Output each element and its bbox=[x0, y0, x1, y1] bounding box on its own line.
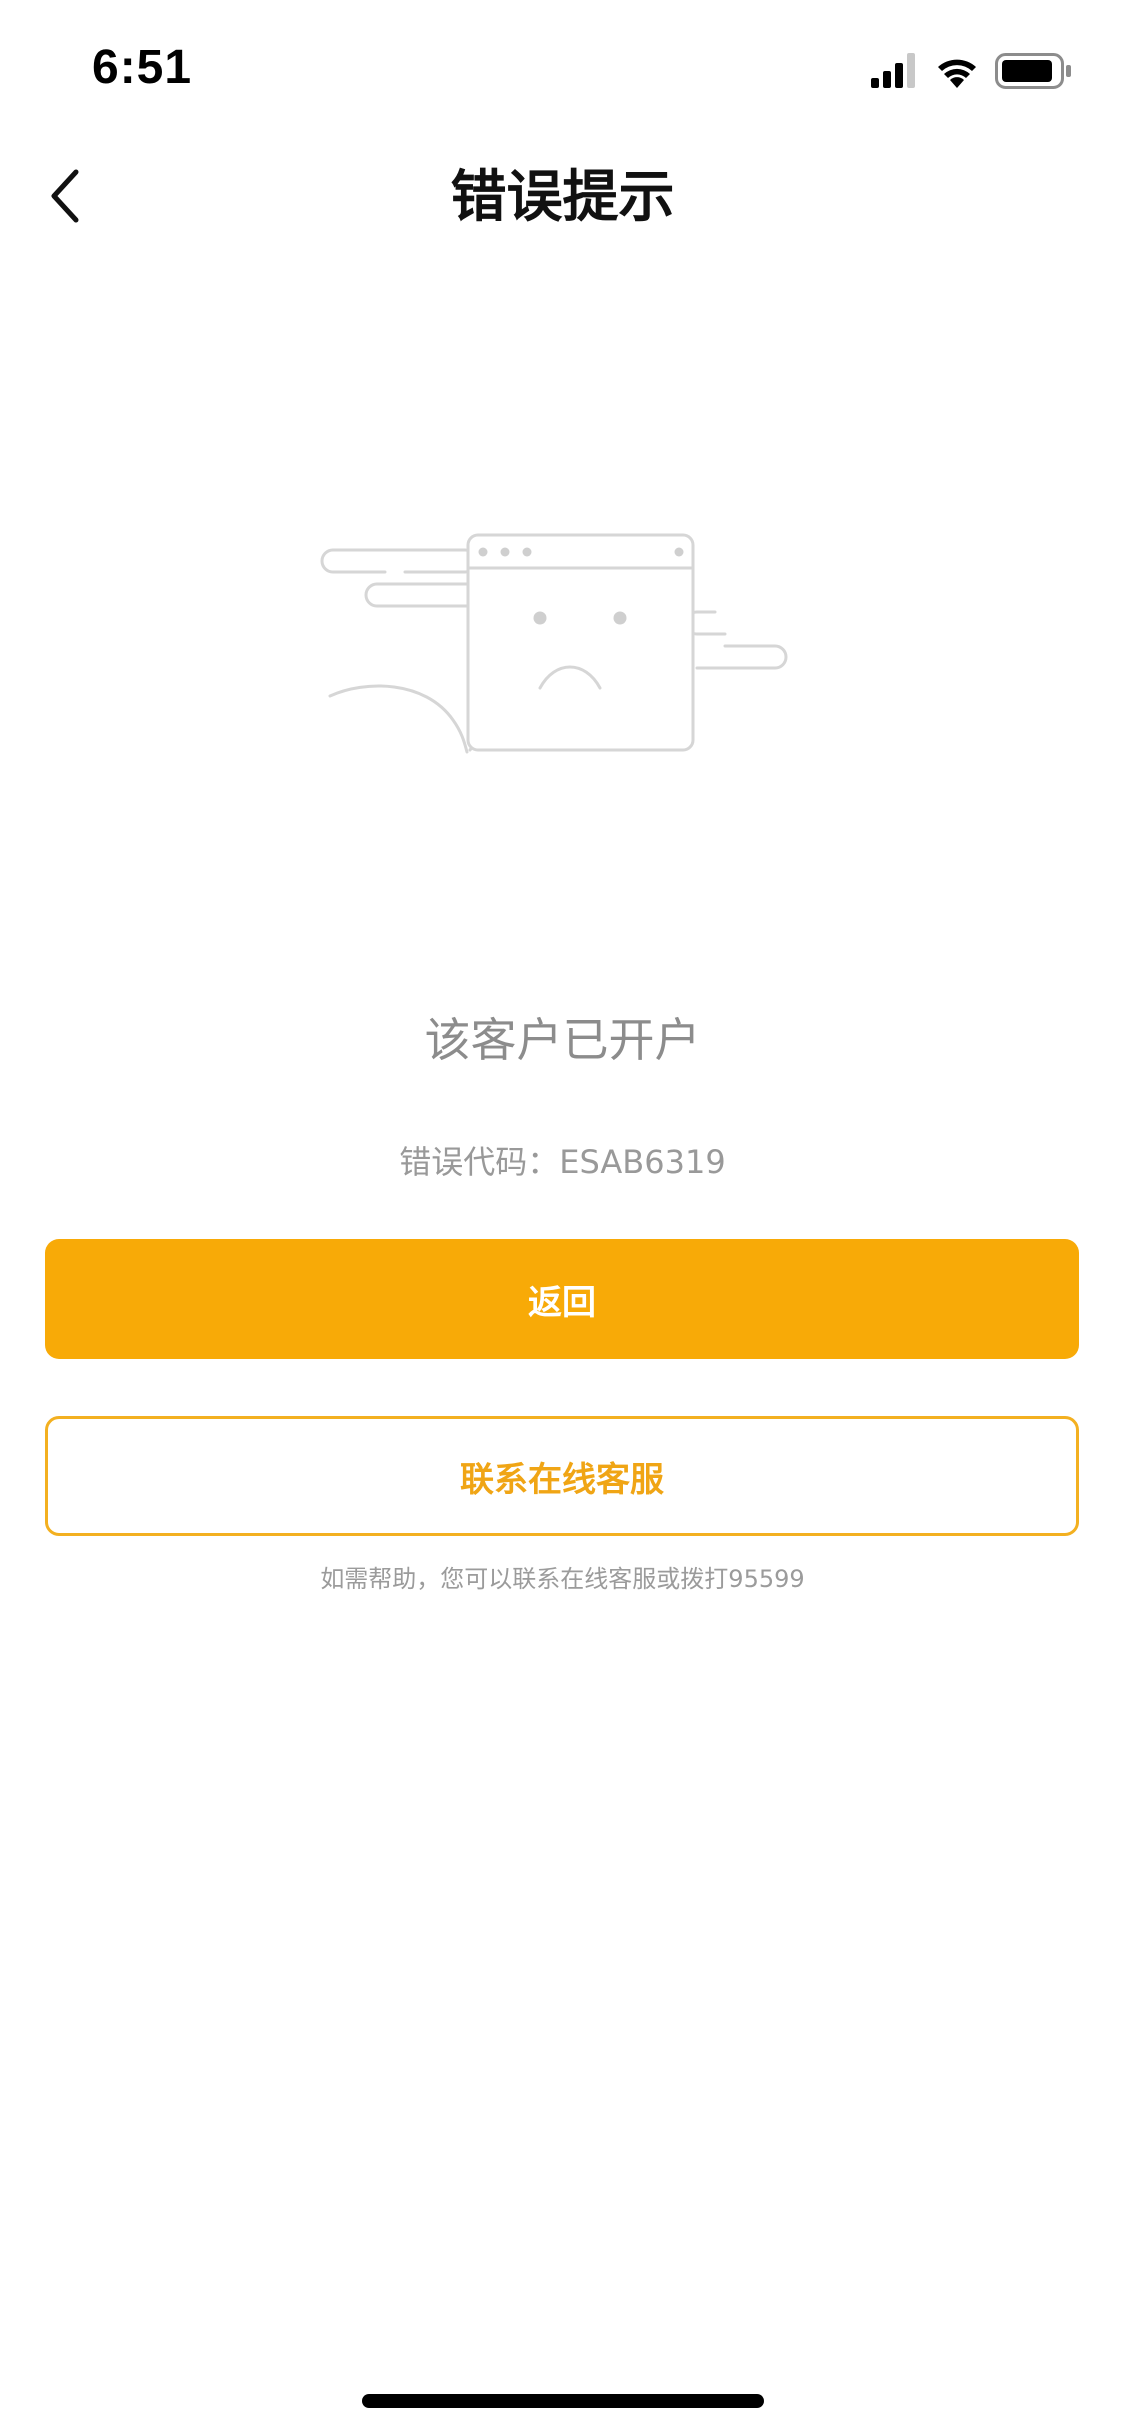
error-browser-window-sad-face-icon bbox=[315, 533, 815, 774]
return-button[interactable]: 返回 bbox=[45, 1239, 1079, 1359]
status-bar: 6:51 bbox=[0, 0, 1125, 132]
contact-online-service-button[interactable]: 联系在线客服 bbox=[45, 1416, 1079, 1536]
error-code: 错误代码：ESAB6319 bbox=[399, 1143, 726, 1181]
battery-icon bbox=[995, 53, 1071, 89]
error-illustration bbox=[315, 520, 815, 770]
error-message: 该客户已开户 bbox=[424, 1013, 701, 1067]
status-time: 6:51 bbox=[92, 41, 193, 94]
home-indicator[interactable] bbox=[362, 2394, 764, 2408]
contact-online-service-label: 联系在线客服 bbox=[460, 1459, 664, 1500]
page-title: 错误提示 bbox=[450, 165, 675, 230]
status-icons bbox=[871, 50, 1081, 90]
wifi-icon bbox=[938, 59, 976, 88]
help-text: 如需帮助，您可以联系在线客服或拨打95599 bbox=[320, 1565, 805, 1593]
signal-icon bbox=[871, 53, 915, 88]
nav-bar: 错误提示 bbox=[0, 132, 1125, 264]
return-button-label: 返回 bbox=[528, 1282, 596, 1323]
